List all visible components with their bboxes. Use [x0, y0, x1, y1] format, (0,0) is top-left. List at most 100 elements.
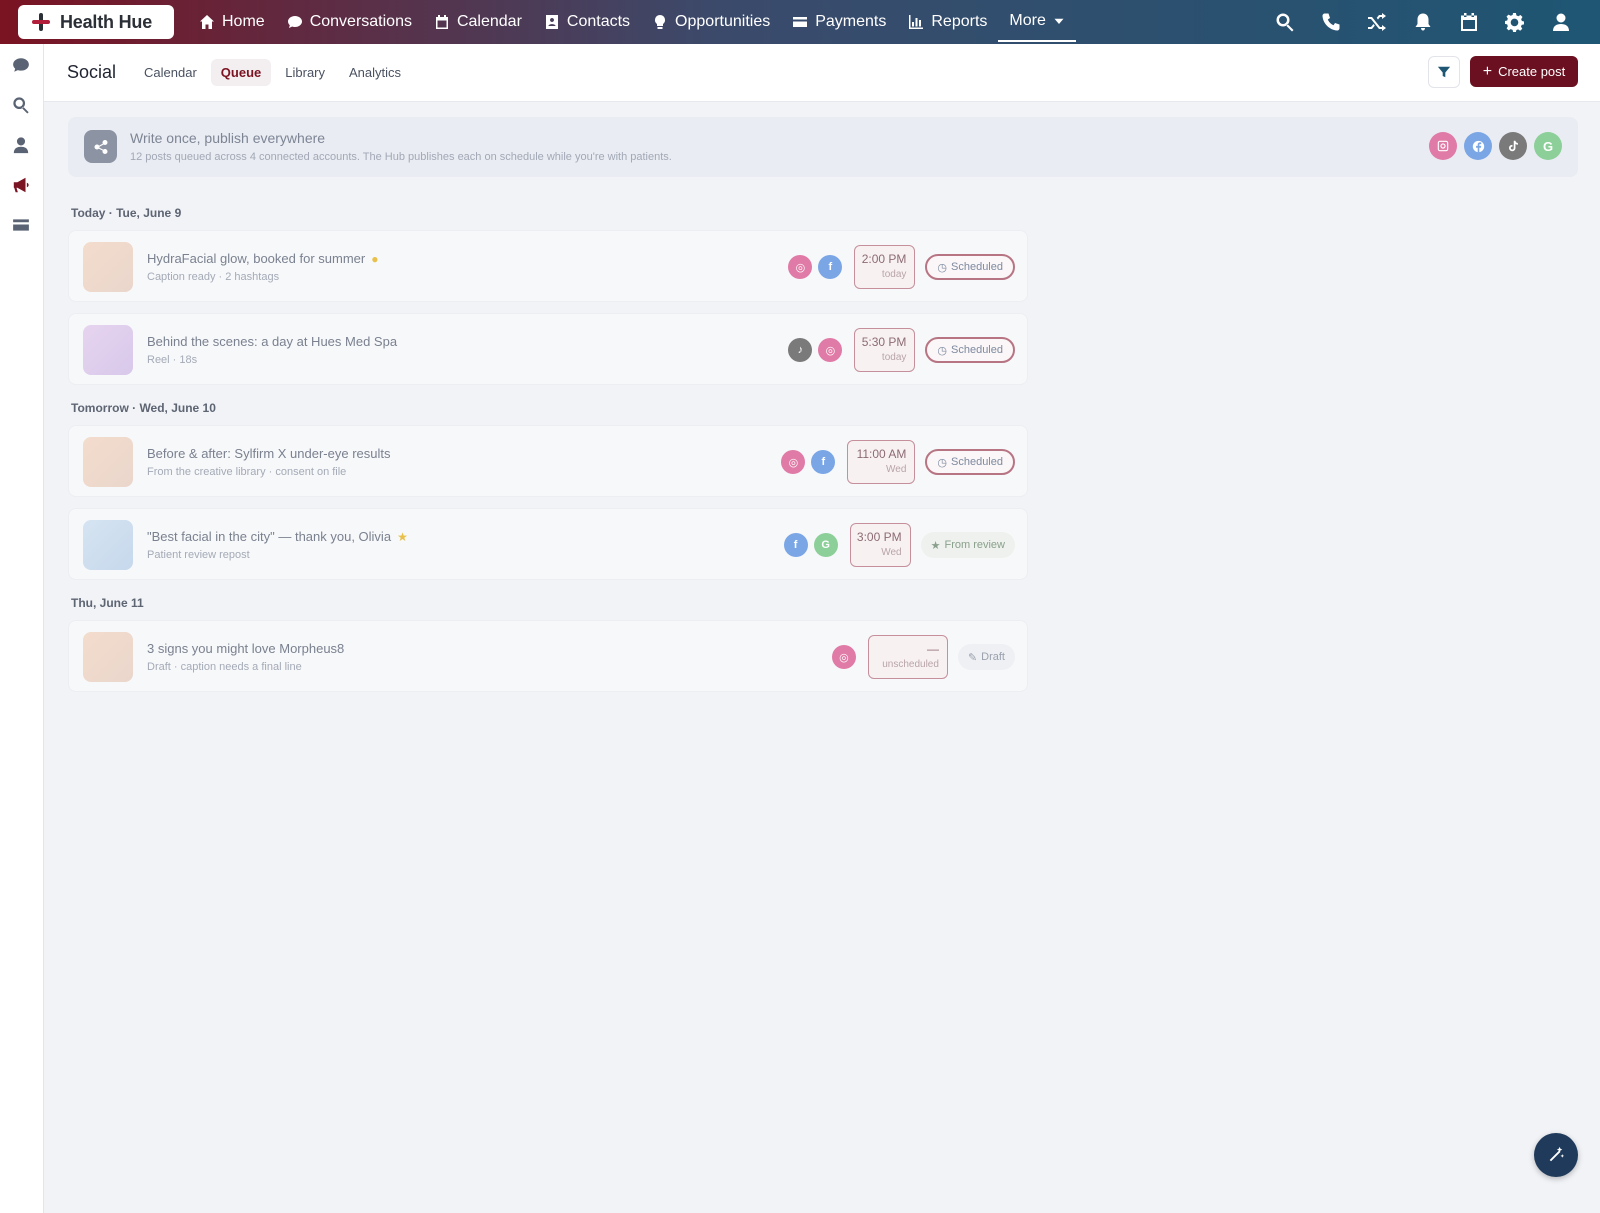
post-thumbnail: [83, 325, 133, 375]
chat-icon: [287, 16, 302, 28]
instagram-glyph: [1437, 140, 1449, 152]
rail-social[interactable]: [12, 176, 32, 196]
share-badge: [84, 130, 117, 163]
queue-post[interactable]: Behind the scenes: a day at Hues Med Spa…: [68, 313, 1028, 385]
chat-icon: [13, 58, 29, 72]
nav-item-home[interactable]: Home: [188, 0, 276, 44]
bar-chart-icon: [909, 15, 924, 29]
magic-wand-icon: [1549, 1146, 1565, 1162]
gear-icon: [1505, 12, 1524, 32]
publish-banner: Write once, publish everywhere 12 posts …: [68, 117, 1578, 177]
nav-item-label: Home: [222, 13, 265, 30]
status-badge[interactable]: ★ From review: [920, 532, 1015, 558]
nav-item-label: Payments: [815, 13, 887, 30]
facebook-icon: f: [811, 450, 836, 474]
phone-button[interactable]: [1308, 0, 1354, 44]
calendar-button[interactable]: [1446, 0, 1492, 44]
status-badge[interactable]: ✎ Draft: [957, 644, 1015, 670]
facebook-glyph: [1472, 140, 1484, 152]
post-time-day: unscheduled: [882, 659, 939, 670]
tab-library[interactable]: Library: [275, 59, 335, 86]
rail-payments[interactable]: [12, 216, 32, 236]
facebook-icon[interactable]: [1464, 132, 1492, 160]
rail-search[interactable]: [12, 96, 32, 116]
nav-item-label: Reports: [931, 13, 988, 30]
create-post-button[interactable]: + Create post: [1470, 56, 1578, 87]
nav-item-opportunities[interactable]: Opportunities: [641, 0, 781, 44]
sun-emoji-icon: ●: [371, 252, 379, 266]
status-label: Scheduled: [951, 261, 1003, 273]
banner-subtitle: 12 posts queued across 4 connected accou…: [130, 151, 672, 163]
search-button[interactable]: [1262, 0, 1308, 44]
status-badge[interactable]: ◷ Scheduled: [925, 449, 1015, 475]
post-meta: f G 3:00 PM Wed ★ From review: [783, 523, 1015, 567]
top-nav: Health Hue Home Conversations Calendar C…: [0, 0, 1600, 44]
tiktok-icon[interactable]: [1499, 132, 1527, 160]
tab-calendar[interactable]: Calendar: [134, 59, 207, 86]
queue-post[interactable]: Before & after: Sylfirm X under-eye resu…: [68, 425, 1028, 497]
brand-logo[interactable]: Health Hue: [18, 5, 174, 39]
person-icon: [13, 137, 29, 154]
instagram-icon: ◎: [818, 338, 843, 362]
post-channels: ◎: [831, 645, 856, 669]
notifications-button[interactable]: [1400, 0, 1446, 44]
post-time[interactable]: 3:00 PM Wed: [849, 523, 911, 567]
facebook-icon: f: [818, 255, 843, 279]
shuffle-icon: [1368, 13, 1386, 31]
megaphone-icon: [13, 177, 29, 193]
google-icon[interactable]: G: [1534, 132, 1562, 160]
day-label-tomorrow: Tomorrow · Wed, June 10: [71, 401, 216, 415]
shuffle-button[interactable]: [1354, 0, 1400, 44]
settings-button[interactable]: [1492, 0, 1538, 44]
nav-item-payments[interactable]: Payments: [781, 0, 897, 44]
magic-wand-button[interactable]: [1534, 1133, 1578, 1177]
post-title: Before & after: Sylfirm X under-eye resu…: [147, 446, 391, 461]
status-badge[interactable]: ◷ Scheduled: [925, 337, 1015, 363]
search-icon: [13, 97, 29, 114]
post-subtitle: Patient review repost: [147, 549, 250, 561]
post-time-day: Wed: [886, 464, 907, 475]
post-meta: ◎ f 11:00 AM Wed ◷ Scheduled: [781, 440, 1015, 484]
tiktok-icon: ♪: [788, 338, 813, 362]
user-icon: [1553, 13, 1569, 31]
post-channels: f G: [783, 533, 838, 557]
post-meta: ♪ ◎ 5:30 PM today ◷ Scheduled: [788, 328, 1015, 372]
nav-item-conversations[interactable]: Conversations: [276, 0, 423, 44]
filter-button[interactable]: [1428, 56, 1460, 88]
status-label: Scheduled: [951, 344, 1003, 356]
lightbulb-icon: [655, 15, 666, 29]
post-title-row: "Best facial in the city" — thank you, O…: [147, 529, 408, 544]
instagram-icon[interactable]: [1429, 132, 1457, 160]
rail-conversations[interactable]: [12, 56, 32, 76]
search-icon: [1276, 13, 1294, 32]
nav-item-reports[interactable]: Reports: [897, 0, 998, 44]
post-time[interactable]: 5:30 PM today: [854, 328, 916, 372]
post-time[interactable]: — unscheduled: [867, 635, 948, 679]
post-time-value: —: [926, 642, 939, 656]
status-badge[interactable]: ◷ Scheduled: [925, 254, 1015, 280]
nav-item-contacts[interactable]: Contacts: [533, 0, 641, 44]
rail-contacts[interactable]: [12, 136, 32, 156]
day-label-thu: Thu, June 11: [71, 596, 144, 610]
tab-queue[interactable]: Queue: [210, 59, 272, 86]
logo-mark-icon: [30, 11, 52, 33]
post-title: Behind the scenes: a day at Hues Med Spa: [147, 334, 398, 349]
day-label-today: Today · Tue, June 9: [71, 206, 182, 220]
nav-item-label: More: [1009, 12, 1046, 29]
queue-post[interactable]: HydraFacial glow, booked for summer ● Cap…: [68, 230, 1028, 302]
queue-post[interactable]: 3 signs you might love Morpheus8 Draft ·…: [68, 620, 1028, 692]
post-title: HydraFacial glow, booked for summer: [147, 251, 366, 266]
profile-button[interactable]: [1538, 0, 1584, 44]
edit-icon: ✎: [967, 651, 978, 664]
queue-post[interactable]: "Best facial in the city" — thank you, O…: [68, 508, 1028, 580]
post-time[interactable]: 11:00 AM Wed: [847, 440, 916, 484]
nav-item-calendar[interactable]: Calendar: [423, 0, 533, 44]
tiktok-glyph: [1509, 140, 1518, 152]
nav-item-more[interactable]: More: [998, 2, 1076, 42]
post-time-value: 11:00 AM: [856, 447, 907, 461]
post-time[interactable]: 2:00 PM today: [854, 245, 916, 289]
banner-title: Write once, publish everywhere: [130, 130, 326, 146]
post-title-row: HydraFacial glow, booked for summer ●: [147, 251, 378, 266]
tab-analytics[interactable]: Analytics: [339, 59, 411, 86]
share-icon: [94, 139, 107, 154]
